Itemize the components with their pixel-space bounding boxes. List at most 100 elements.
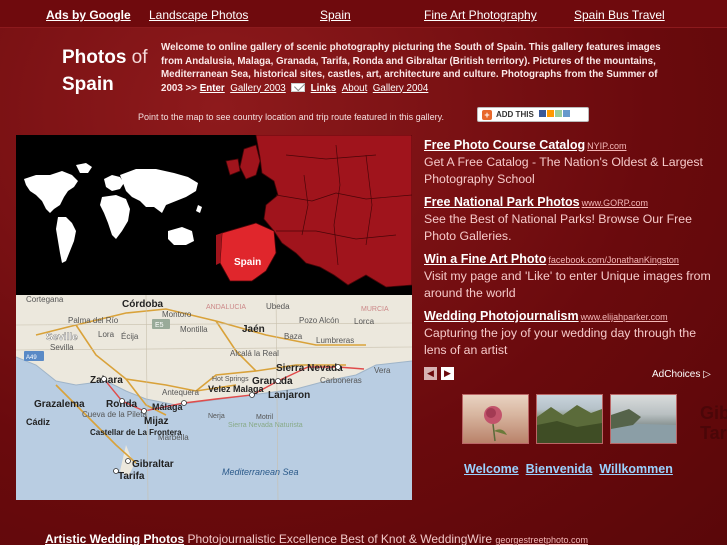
ad-title[interactable]: Win a Fine Art Photo	[424, 252, 546, 266]
place-lora: Lora	[98, 330, 115, 339]
ad-title[interactable]: Wedding Photojournalism	[424, 309, 579, 323]
place-hot-springs: Hot Springs	[212, 376, 249, 383]
world-map[interactable]	[16, 135, 216, 295]
brand-spain: Spain	[62, 74, 114, 95]
language-links: Welcome Bienvenida Willkommen	[464, 462, 673, 476]
thumbnail-rose[interactable]	[462, 394, 529, 444]
bottom-ad-description: Photojournalistic Excellence Best of Kno…	[187, 532, 493, 545]
ad-description: Visit my page and 'Like' to enter Unique…	[424, 269, 711, 300]
ad-url[interactable]: www.GORP.com	[582, 198, 648, 208]
prev-arrow-icon[interactable]: ◀	[424, 367, 437, 380]
place-montoro: Montoro	[162, 310, 192, 319]
background-watermark: Gib Tarifa	[700, 403, 727, 443]
next-arrow-icon[interactable]: ▶	[441, 367, 454, 380]
thumbnail-coast[interactable]	[610, 394, 677, 444]
place-palma-del-rio: Palma del Río	[68, 316, 119, 325]
place-a49: A49	[26, 355, 37, 361]
map-hint: Point to the map to see country location…	[138, 112, 445, 122]
thumbnail-valley[interactable]	[536, 394, 603, 444]
ad-title[interactable]: Free National Park Photos	[424, 195, 580, 209]
nav-spain[interactable]: Spain	[320, 8, 351, 22]
bottom-ad-title[interactable]: Artistic Wedding Photos	[45, 532, 184, 545]
world-map-svg	[24, 163, 202, 263]
place-vera: Vera	[374, 366, 391, 375]
bottom-ad: Artistic Wedding Photos Photojournalisti…	[45, 532, 588, 545]
nav-fine-art-photography[interactable]: Fine Art Photography	[424, 8, 537, 22]
place-seville: Seville	[46, 332, 78, 343]
ads-by-google-link[interactable]: Ads by Google	[46, 8, 131, 22]
about-link[interactable]: About	[342, 83, 368, 94]
ad-url[interactable]: NYIP.com	[587, 141, 626, 151]
ad-title[interactable]: Free Photo Course Catalog	[424, 138, 585, 152]
spain-route-map[interactable]: A49 E5 Cortegana Palma del Río Montoro A…	[16, 295, 412, 500]
ad-item: Free National Park Photos www.GORP.com Se…	[424, 193, 720, 245]
adchoices-icon: ▷	[703, 369, 711, 380]
place-cortegana: Cortegana	[26, 295, 64, 304]
nav-landscape-photos[interactable]: Landscape Photos	[149, 8, 248, 22]
watermark-gib: Gib	[700, 403, 727, 423]
place-mijaz: Mijaz	[144, 416, 168, 427]
place-motril: Motril	[256, 414, 274, 421]
ad-description: Capturing the joy of your wedding day th…	[424, 326, 697, 357]
place-nerja: Nerja	[208, 413, 225, 420]
place-baza: Baza	[284, 332, 303, 341]
ad-url[interactable]: www.elijahparker.com	[581, 312, 668, 322]
brand-photos: Photos	[62, 47, 127, 68]
lang-bienvenida[interactable]: Bienvenida	[526, 462, 593, 476]
place-cadiz: Cádiz	[26, 417, 51, 427]
spain-route-map-svg: A49 E5 Cortegana Palma del Río Montoro A…	[16, 295, 412, 500]
brand-of: of	[131, 47, 148, 68]
place-ecija: Écija	[121, 332, 139, 341]
ad-item: Free Photo Course Catalog NYIP.com Get A …	[424, 136, 720, 188]
lang-welcome[interactable]: Welcome	[464, 462, 519, 476]
ad-item: Wedding Photojournalism www.elijahparker.…	[424, 307, 720, 359]
place-tarifa: Tarifa	[118, 471, 145, 482]
ads-column: Free Photo Course Catalog NYIP.com Get A …	[424, 136, 720, 364]
place-gibraltar: Gibraltar	[132, 459, 174, 470]
place-murcia: MURCIA	[361, 306, 389, 313]
place-mediterranean-sea: Mediterranean Sea	[222, 467, 299, 477]
ad-url[interactable]: facebook.com/JonathanKingston	[548, 255, 679, 265]
place-lumbreras: Lumbreras	[316, 336, 354, 345]
place-pozo-alcon: Pozo Alcón	[299, 316, 339, 325]
europe-map[interactable]: Spain	[216, 135, 412, 295]
place-alcala-la-real: Alcalá la Real	[230, 349, 279, 358]
gallery-2003-link[interactable]: Gallery 2003	[230, 83, 286, 94]
watermark-tarifa: Tarifa	[700, 423, 727, 443]
ad-pager: ◀ ▶	[424, 367, 454, 380]
adchoices-label: AdChoices	[652, 369, 701, 380]
valley-image	[537, 405, 602, 443]
bottom-ad-url[interactable]: georgestreetphoto.com	[495, 535, 588, 545]
place-montilla: Montilla	[180, 325, 208, 334]
place-andalucia: ANDALUCIA	[206, 304, 246, 311]
top-navigation: Ads by Google Landscape Photos Spain Fin…	[0, 0, 727, 28]
place-lorca: Lorca	[354, 317, 375, 326]
addthis-button[interactable]: + ADD THIS	[477, 107, 589, 122]
nav-spain-bus-travel[interactable]: Spain Bus Travel	[574, 8, 665, 22]
plus-icon: +	[482, 109, 492, 120]
adchoices-link[interactable]: AdChoices ▷	[652, 369, 711, 380]
enter-link[interactable]: Enter	[200, 83, 225, 94]
coast-image	[611, 409, 676, 443]
place-cueva-de-la-pileta: Cueva de la Pileta	[82, 410, 147, 419]
addthis-label: ADD THIS	[496, 110, 534, 119]
links-link[interactable]: Links	[311, 83, 337, 94]
gallery-2004-link[interactable]: Gallery 2004	[373, 83, 429, 94]
ad-description: Get A Free Catalog - The Nation's Oldest…	[424, 155, 703, 186]
ad-item: Win a Fine Art Photo facebook.com/Jonatha…	[424, 250, 720, 302]
place-jaen: Jaén	[242, 324, 265, 335]
lang-willkommen[interactable]: Willkommen	[599, 462, 673, 476]
place-sierra-nevada-naturista: Sierra Nevada Naturista	[228, 422, 303, 429]
spain-map-label: Spain	[234, 257, 261, 268]
place-grazalema: Grazalema	[34, 399, 85, 410]
email-icon[interactable]	[291, 83, 306, 93]
place-zahara: Zahara	[90, 375, 123, 386]
share-icons	[538, 110, 570, 119]
europe-map-svg: Spain	[216, 135, 412, 295]
place-lanjaron: Lanjaron	[268, 390, 310, 401]
place-ubeda: Ubeda	[266, 302, 290, 311]
place-sevilla: Sevilla	[50, 343, 74, 352]
place-velez-malaga: Velez Malaga	[208, 384, 265, 394]
place-castellar: Castellar de La Frontera	[90, 428, 182, 437]
place-cordoba: Córdoba	[122, 299, 164, 310]
